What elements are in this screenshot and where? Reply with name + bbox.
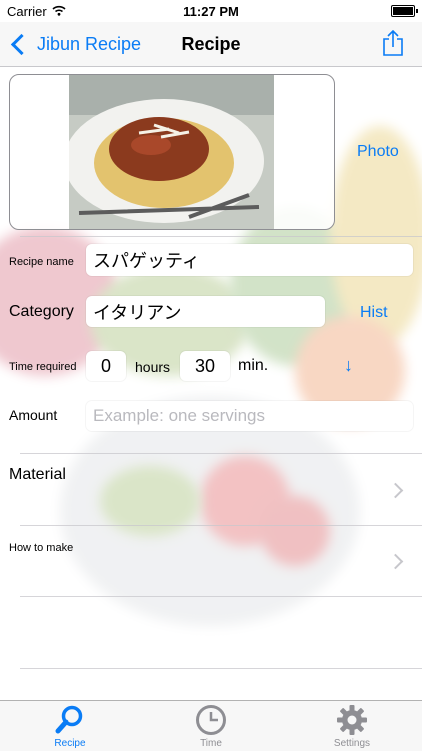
tab-recipe[interactable]: Recipe [0, 701, 140, 751]
chevron-right-icon [387, 553, 404, 570]
photo-frame[interactable] [9, 74, 335, 230]
tab-bar: Recipe Time Settings [0, 700, 422, 751]
navigation-bar: Jibun Recipe Recipe [0, 22, 422, 67]
minutes-unit-label: min. [238, 357, 269, 374]
time-required-label: Time required [9, 361, 77, 373]
divider [20, 596, 422, 597]
sort-arrow-icon[interactable]: ↓ [344, 355, 353, 376]
tab-settings[interactable]: Settings [282, 701, 422, 751]
recipe-name-field[interactable]: スパゲッティ [86, 244, 413, 276]
search-icon [55, 705, 83, 734]
wifi-icon [52, 5, 66, 16]
how-to-make-label: How to make [9, 542, 74, 554]
history-button[interactable]: Hist [360, 304, 388, 322]
category-field[interactable]: イタリアン [86, 296, 325, 327]
hours-field[interactable]: 0 [86, 351, 126, 381]
recipe-photo [69, 75, 274, 229]
material-row[interactable]: Material [0, 454, 422, 526]
minutes-field[interactable]: 30 [180, 351, 230, 381]
battery-icon [391, 5, 418, 17]
clock-icon [196, 705, 226, 735]
how-to-make-row[interactable]: How to make [0, 526, 422, 596]
share-icon[interactable] [382, 30, 404, 56]
status-bar: Carrier 11:27 PM [0, 0, 422, 22]
tab-label: Time [200, 738, 222, 749]
category-label: Category [9, 303, 74, 320]
recipe-name-label: Recipe name [9, 256, 74, 268]
tab-label: Settings [333, 738, 371, 749]
material-label: Material [9, 466, 66, 483]
tab-time[interactable]: Time [141, 701, 281, 751]
amount-label: Amount [9, 407, 58, 423]
divider [20, 668, 422, 669]
page-title: Recipe [181, 34, 241, 54]
gear-icon [337, 705, 367, 735]
amount-field[interactable]: Example: one servings [86, 401, 413, 431]
chevron-right-icon [387, 482, 404, 499]
divider [20, 236, 422, 237]
tab-label: Recipe [54, 738, 86, 749]
photo-button[interactable]: Photo [357, 143, 399, 161]
hours-unit-label: hours [135, 359, 171, 375]
